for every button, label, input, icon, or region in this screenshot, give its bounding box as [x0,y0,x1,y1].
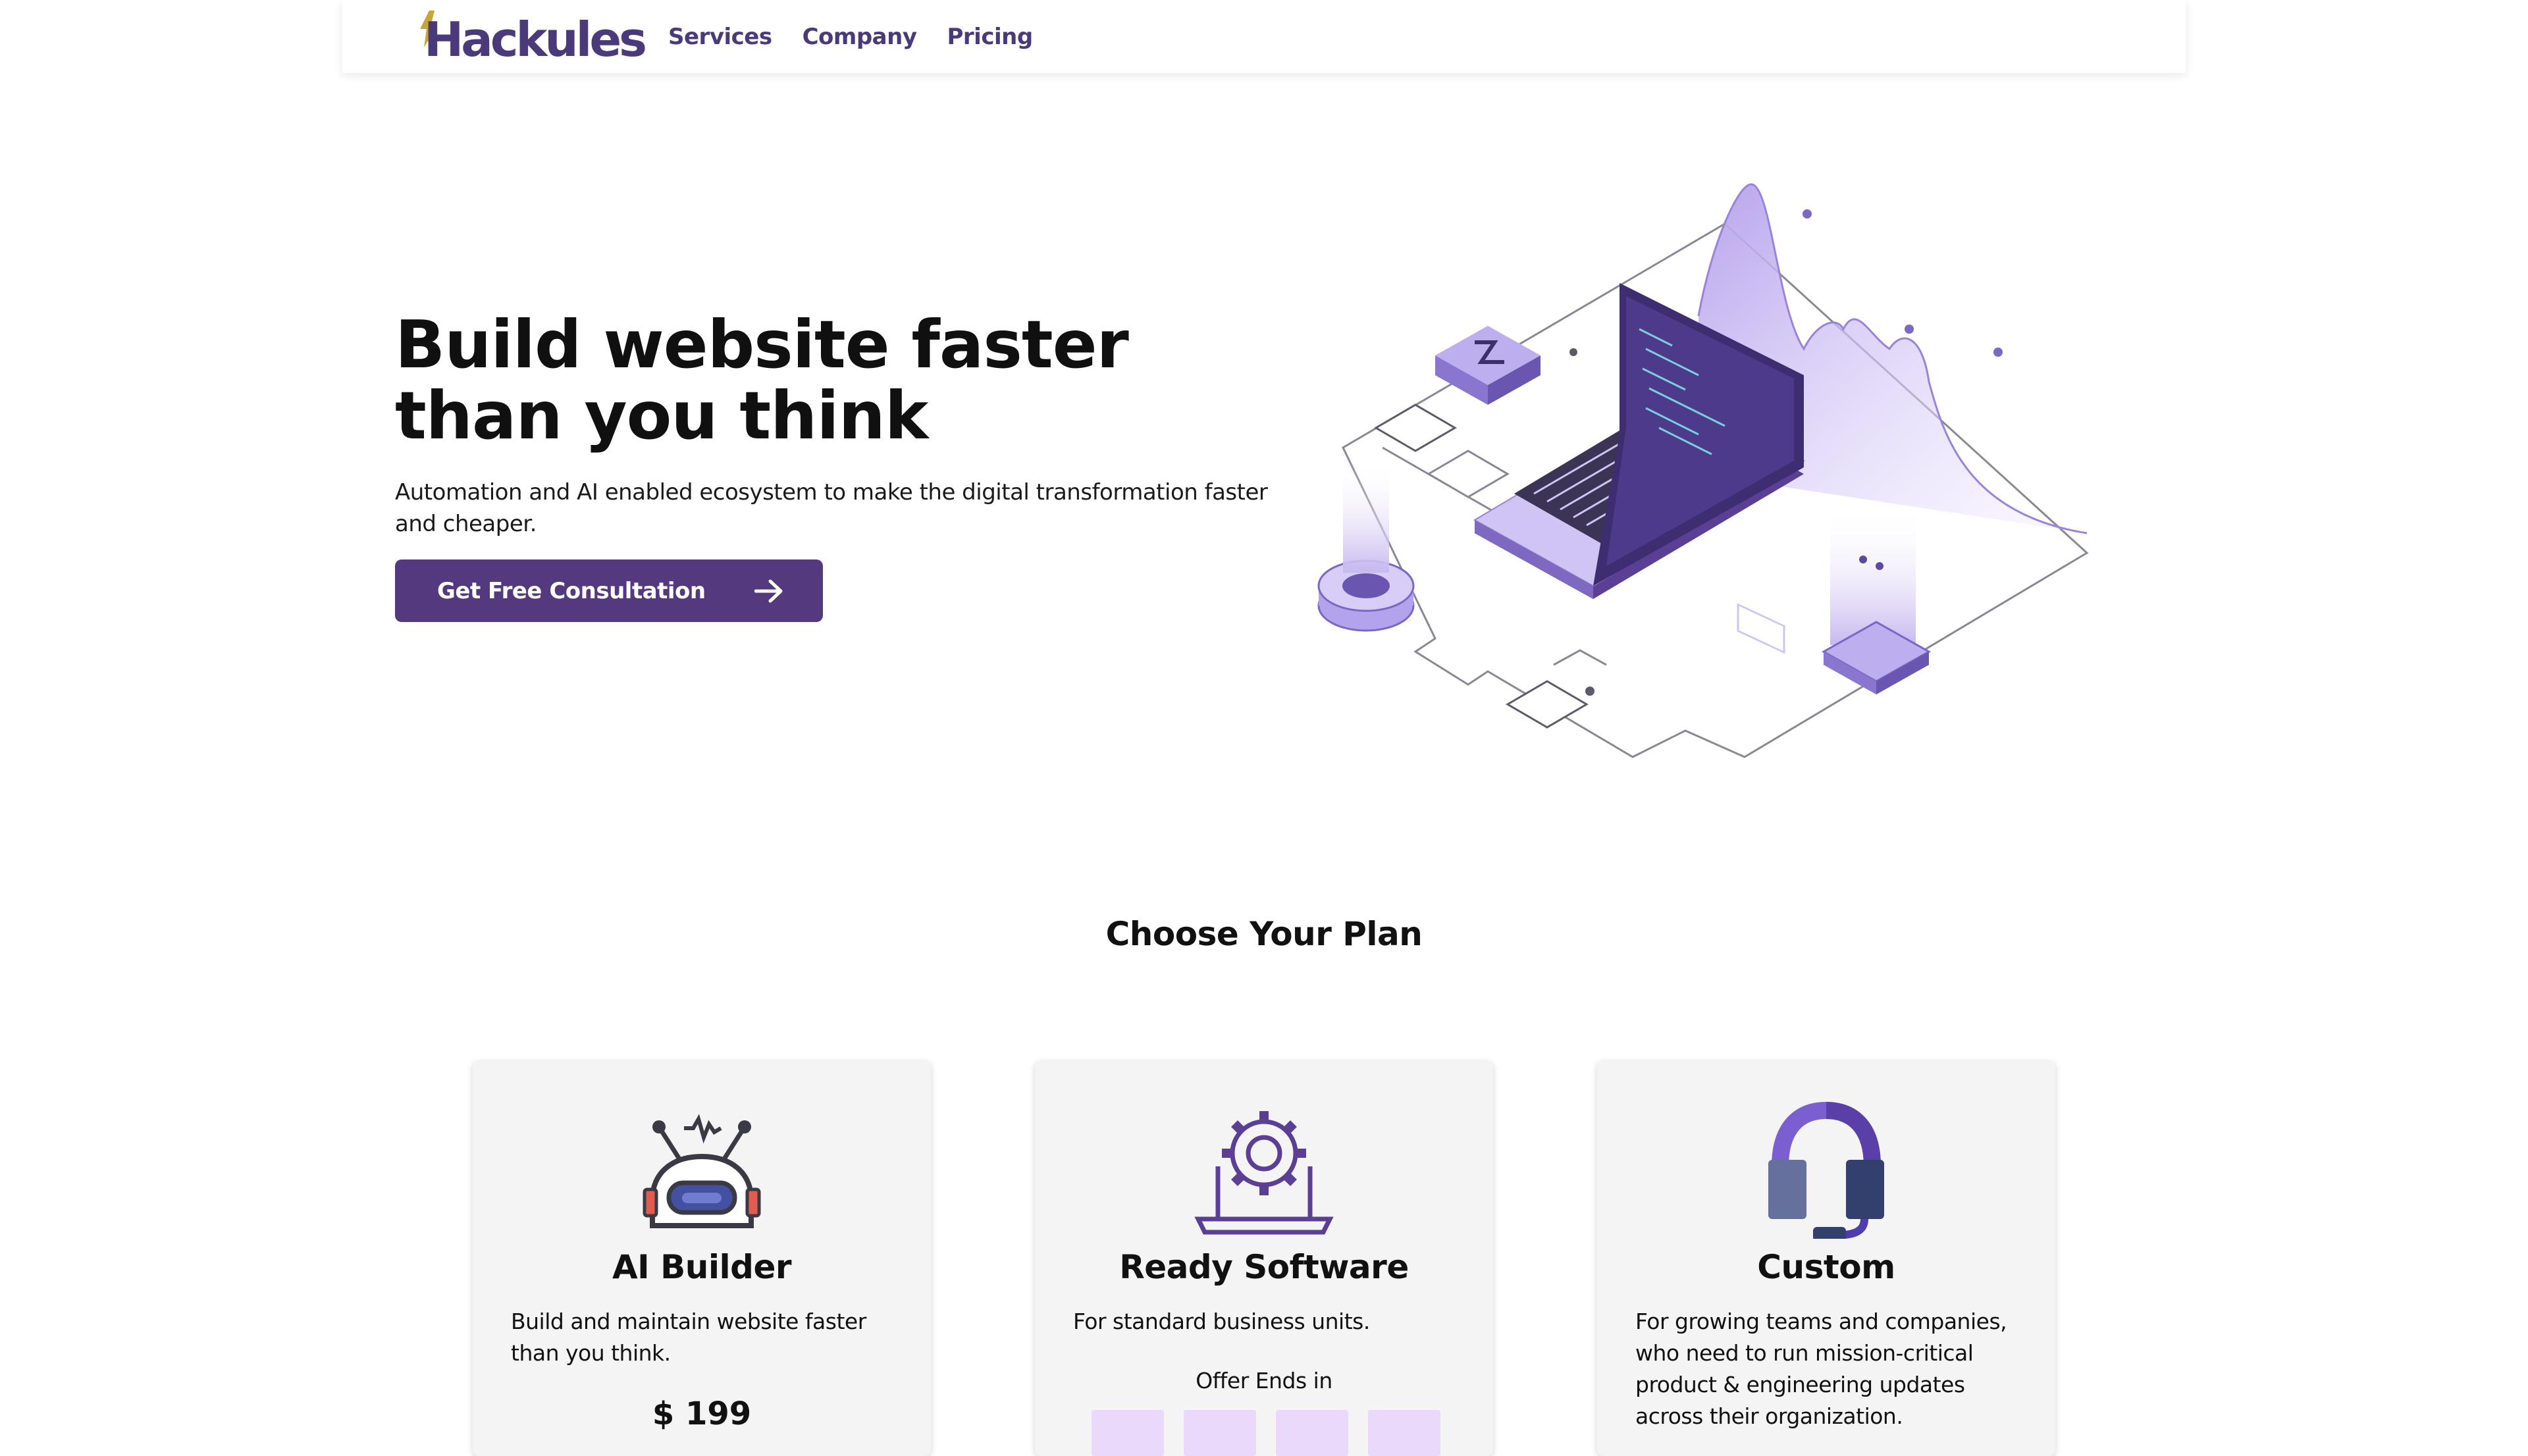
plan-description: For growing teams and companies, who nee… [1635,1309,2007,1429]
nav-pricing[interactable]: Pricing [947,20,1033,54]
plan-title: Custom [1757,1248,1895,1286]
plan-card-custom[interactable]: Custom For growing teams and companies, … [1597,1061,2055,1456]
plan-description: For standard business units. [1073,1309,1370,1334]
plan-title: Ready Software [1119,1248,1409,1286]
site-header: Hackules Services Company Pricing [342,0,2186,73]
gear-laptop-icon [1035,1101,1493,1235]
get-free-consultation-button[interactable]: Get Free Consultation [395,559,823,622]
main-nav: Services Company Pricing [668,20,1033,54]
logo-text: Hackules [424,12,647,67]
plan-title: AI Builder [612,1248,792,1286]
plan-description: Build and maintain website faster than y… [511,1309,866,1366]
countdown-days [1092,1410,1164,1456]
hero-title: Build website faster than you think [395,306,1129,454]
countdown-seconds [1368,1410,1440,1456]
countdown-timer [1092,1410,1440,1456]
offer-ends-label: Offer Ends in [1196,1368,1332,1393]
plan-card-ready-software[interactable]: Ready Software For standard business uni… [1035,1061,1493,1456]
countdown-minutes [1276,1410,1348,1456]
hero-subtitle: Automation and AI enabled ecosystem to m… [395,479,1268,537]
hero-isometric-illustration [1317,183,2089,758]
countdown-hours [1184,1410,1256,1456]
robot-icon [473,1101,931,1232]
arrow-right-icon [754,579,783,602]
plans-heading: Choose Your Plan [1105,915,1423,953]
nav-company[interactable]: Company [803,20,917,54]
cta-label: Get Free Consultation [437,577,706,604]
nav-services[interactable]: Services [668,20,772,54]
plan-price: $ 199 [652,1395,752,1432]
headset-icon [1597,1101,2055,1239]
plan-card-ai-builder[interactable]: AI Builder Build and maintain website fa… [473,1061,931,1456]
